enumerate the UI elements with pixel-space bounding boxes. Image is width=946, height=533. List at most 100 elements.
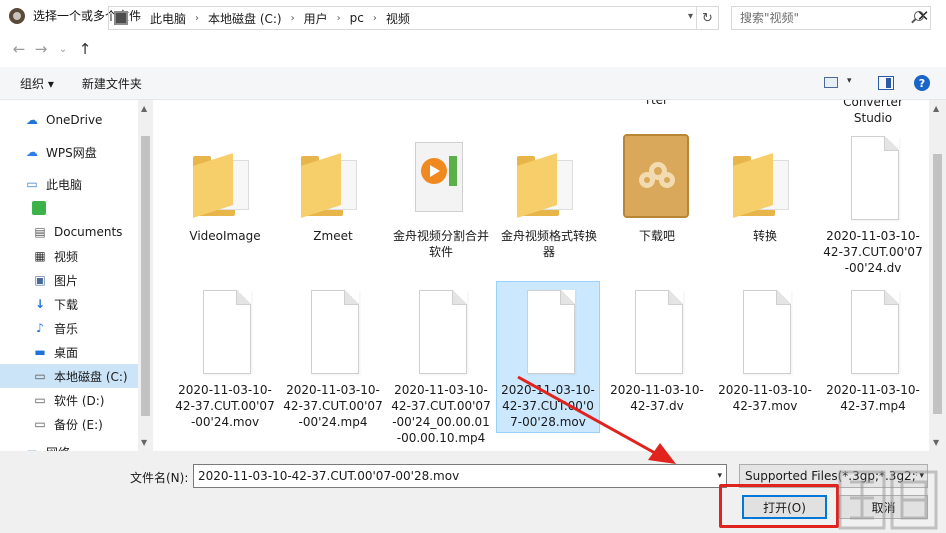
file-scrollbar[interactable]: ▲ ▼ — [929, 100, 946, 451]
forward-arrow-icon[interactable]: → — [30, 37, 52, 61]
nav-item-documents[interactable]: ▤ Documents — [0, 220, 138, 244]
view-options-icon[interactable] — [824, 77, 838, 88]
nav-item-downloads[interactable]: ↓ 下载 — [0, 292, 138, 316]
nav-item-videos[interactable]: ▦ 视频 — [0, 244, 138, 268]
chevron-right-icon[interactable]: › — [291, 13, 295, 24]
file-tile[interactable]: 2020-11-03-10-42-37.CUT.00'07-00'24.dv — [821, 128, 925, 276]
open-button[interactable]: 打开(O) — [742, 495, 827, 519]
nav-item-green-app[interactable] — [0, 196, 138, 220]
file-icon — [851, 136, 899, 220]
address-dropdown-icon[interactable]: ▾ — [688, 11, 693, 22]
file-name: 2020-11-03-10-42-37.CUT.00'07-00'28.mov — [501, 383, 595, 429]
file-icon — [311, 290, 359, 374]
chevron-right-icon[interactable]: › — [373, 13, 377, 24]
nav-item-network[interactable]: ▭ 网络 — [0, 440, 138, 451]
file-tile-selected[interactable]: 2020-11-03-10-42-37.CUT.00'07-00'28.mov — [496, 281, 600, 433]
scroll-up-icon[interactable]: ▲ — [933, 104, 939, 113]
breadcrumb-pc[interactable]: pc — [350, 11, 364, 25]
scroll-down-icon[interactable]: ▼ — [933, 438, 939, 447]
folder-icon — [301, 153, 361, 218]
scrollbar-thumb[interactable] — [141, 136, 150, 416]
chevron-down-icon[interactable]: ▾ — [917, 471, 924, 481]
nav-item-drive-d[interactable]: ▭ 软件 (D:) — [0, 388, 138, 412]
scroll-up-icon[interactable]: ▲ — [141, 104, 147, 113]
file-name: 2020-11-03-10-42-37.mp4 — [826, 383, 920, 413]
nav-item-desktop[interactable]: ▬ 桌面 — [0, 340, 138, 364]
nav-scrollbar[interactable]: ▲ ▼ — [138, 100, 153, 451]
filename-dropdown-icon[interactable]: ▾ — [717, 471, 722, 481]
file-name: 2020-11-03-10-42-37.CUT.00'07-00'24.mov — [175, 383, 275, 429]
nav-item-label: 视频 — [54, 249, 79, 264]
file-tile[interactable]: 2020-11-03-10-42-37.CUT.00'07-00'24.mov — [173, 282, 277, 430]
download-icon: ↓ — [34, 297, 46, 311]
dialog-footer: 文件名(N): ▾ Supported Files(*.3gp;*.3g2;* … — [0, 451, 946, 533]
recent-chevron-down-icon[interactable]: ⌄ — [52, 37, 74, 61]
back-arrow-icon[interactable]: ← — [8, 37, 30, 61]
nav-item-label: 下载 — [54, 297, 79, 312]
file-tile[interactable]: VideoImage — [173, 128, 277, 244]
chevron-right-icon[interactable]: › — [137, 13, 141, 24]
video-folder-icon — [114, 11, 128, 25]
navigation-pane: ☁ OneDrive ☁ WPS网盘 ▭ 此电脑 ▤ Documents ▦ 视… — [0, 100, 153, 451]
search-icon[interactable] — [914, 11, 924, 21]
nav-item-drive-e[interactable]: ▭ 备份 (E:) — [0, 412, 138, 436]
chevron-right-icon[interactable]: › — [195, 13, 199, 24]
nav-item-music[interactable]: ♪ 音乐 — [0, 316, 138, 340]
nav-item-local-disk-c[interactable]: ▭ 本地磁盘 (C:) — [0, 364, 138, 388]
nav-item-label: 备份 (E:) — [54, 417, 103, 432]
refresh-icon[interactable]: ↻ — [697, 6, 719, 30]
folder-icon — [517, 153, 577, 218]
help-icon[interactable]: ? — [914, 75, 930, 91]
nav-item-this-pc[interactable]: ▭ 此电脑 — [0, 172, 138, 196]
address-bar[interactable]: › 此电脑 › 本地磁盘 (C:) › 用户 › pc › 视频 ▾ — [108, 6, 697, 30]
preview-pane-icon[interactable] — [878, 76, 894, 90]
filename-input[interactable] — [198, 469, 698, 483]
desktop-icon: ▬ — [34, 345, 46, 359]
file-tile[interactable]: 金舟视频格式转换器 — [497, 128, 601, 260]
file-icon — [527, 290, 575, 374]
file-tile[interactable]: 2020-11-03-10-42-37.mp4 — [821, 282, 925, 414]
file-tile[interactable]: 2020-11-03-10-42-37.dv — [605, 282, 709, 414]
organize-button[interactable]: 组织 ▾ — [20, 75, 54, 92]
document-icon: ▤ — [34, 225, 46, 239]
clipped-file-label[interactable]: rter — [627, 100, 687, 108]
scroll-down-icon[interactable]: ▼ — [141, 438, 147, 447]
breadcrumb-videos[interactable]: 视频 — [386, 10, 410, 27]
nav-item-onedrive[interactable]: ☁ OneDrive — [0, 108, 138, 132]
cancel-button[interactable]: 取消 — [839, 495, 928, 519]
view-dropdown-icon[interactable]: ▾ — [847, 76, 852, 86]
folder-icon — [193, 153, 253, 218]
breadcrumb-this-pc[interactable]: 此电脑 — [150, 10, 186, 27]
nav-item-wps-cloud[interactable]: ☁ WPS网盘 — [0, 140, 138, 164]
file-name: 2020-11-03-10-42-37.CUT.00'07-00'24_00.0… — [391, 383, 491, 445]
file-tile[interactable]: 转换 — [713, 128, 817, 244]
up-arrow-icon[interactable]: ↑ — [74, 37, 96, 61]
file-name: 2020-11-03-10-42-37.dv — [610, 383, 704, 413]
file-name: 转换 — [752, 229, 777, 243]
file-tile[interactable]: 2020-11-03-10-42-37.CUT.00'07-00'24_00.0… — [389, 282, 493, 446]
file-type-select[interactable]: Supported Files(*.3gp;*.3g2;* ▾ — [739, 464, 928, 488]
file-icon — [419, 290, 467, 374]
nav-item-label: WPS网盘 — [46, 145, 97, 160]
file-tile[interactable]: 下载吧 — [605, 128, 709, 244]
nav-item-pictures[interactable]: ▣ 图片 — [0, 268, 138, 292]
file-name: 2020-11-03-10-42-37.CUT.00'07-00'24.dv — [823, 229, 923, 275]
file-tile[interactable]: Zmeet — [281, 128, 385, 244]
chevron-right-icon[interactable]: › — [337, 13, 341, 24]
toolbar: 组织 ▾ 新建文件夹 ▾ ? — [0, 67, 946, 100]
file-icon — [851, 290, 899, 374]
file-tile[interactable]: 金舟视频分割合并软件 — [389, 128, 493, 260]
breadcrumb-local-disk[interactable]: 本地磁盘 (C:) — [208, 10, 282, 27]
clipped-file-label[interactable]: Converter Studio — [823, 100, 923, 126]
search-input[interactable] — [740, 11, 900, 25]
file-name: 金舟视频格式转换器 — [500, 229, 597, 259]
file-tile[interactable]: 2020-11-03-10-42-37.mov — [713, 282, 817, 414]
breadcrumb-users[interactable]: 用户 — [304, 10, 328, 27]
address-row: ← → ⌄ ↑ — [0, 31, 946, 67]
filename-field[interactable]: ▾ — [193, 464, 727, 488]
nav-item-label: 网络 — [46, 444, 70, 452]
search-box[interactable] — [731, 6, 931, 30]
file-tile[interactable]: 2020-11-03-10-42-37.CUT.00'07-00'24.mp4 — [281, 282, 385, 430]
scrollbar-thumb[interactable] — [933, 154, 942, 414]
new-folder-button[interactable]: 新建文件夹 — [82, 75, 142, 92]
